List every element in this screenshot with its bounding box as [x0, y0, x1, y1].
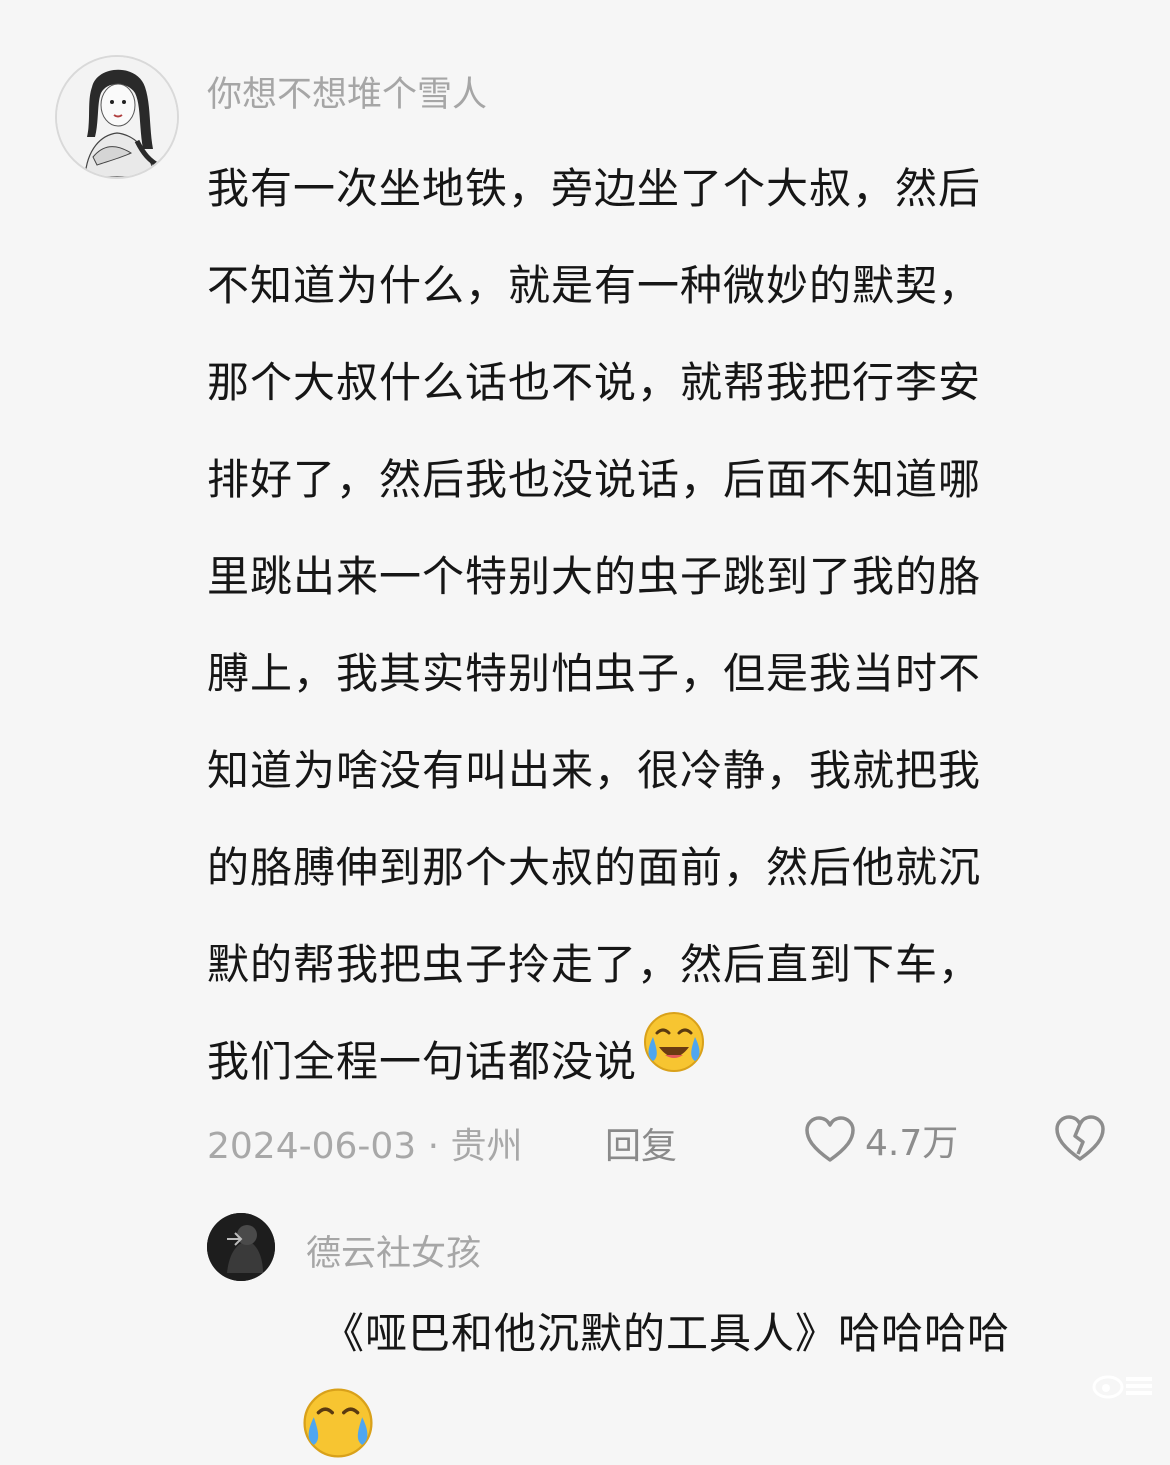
reply-avatar[interactable]	[207, 1213, 275, 1281]
avatar[interactable]	[55, 55, 179, 179]
like-count: 4.7万	[865, 1123, 959, 1164]
comment-line: 排好了，然后我也没说话，后面不知道哪	[207, 455, 982, 504]
comment-line: 那个大叔什么话也不说，就帮我把行李安	[207, 358, 982, 407]
dislike-button[interactable]	[1053, 1114, 1107, 1173]
laugh-cry-emoji-icon	[300, 1385, 376, 1465]
heart-icon	[805, 1116, 855, 1162]
reply-username[interactable]: 德云社女孩	[306, 1225, 481, 1276]
comment-line-last: 我们全程一句话都没说	[207, 1011, 1107, 1110]
reply-body: 《哑巴和他沉默的工具人》哈哈哈哈	[322, 1309, 1011, 1358]
reply-button[interactable]: 回复	[605, 1117, 677, 1169]
laugh-cry-emoji-icon	[641, 1009, 707, 1109]
comment-line: 不知道为什么，就是有一种微妙的默契，	[207, 261, 982, 310]
like-button[interactable]: 4.7万	[803, 1112, 958, 1168]
comment-username[interactable]: 你想不想堆个雪人	[207, 66, 487, 117]
comment-line: 膊上，我其实特别怕虫子，但是我当时不	[207, 649, 982, 698]
comment-meta-row: 2024-06-03 · 贵州 回复 4.7万	[207, 1112, 1117, 1168]
comment-line: 里跳出来一个特别大的虫子跳到了我的胳	[207, 552, 982, 601]
comment-line: 默的帮我把虫子拎走了，然后直到下车，	[207, 940, 982, 989]
comment-body: 我有一次坐地铁，旁边坐了个大叔，然后 不知道为什么，就是有一种微妙的默契， 那个…	[207, 140, 1107, 1110]
reply-avatar-illustration-icon	[207, 1213, 275, 1281]
comment-line-text: 我们全程一句话都没说	[207, 1037, 638, 1086]
comment-date-location: 2024-06-03 · 贵州	[207, 1126, 523, 1167]
comment-line: 我有一次坐地铁，旁边坐了个大叔，然后	[207, 164, 982, 213]
avatar-illustration-icon	[57, 57, 177, 177]
watermark-icon	[1092, 1375, 1152, 1399]
watermark-logo	[1092, 1371, 1156, 1403]
comment-line: 的胳膊伸到那个大叔的面前，然后他就沉	[207, 843, 982, 892]
broken-heart-icon	[1055, 1115, 1105, 1161]
comment-line: 知道为啥没有叫出来，很冷静，我就把我	[207, 746, 982, 795]
